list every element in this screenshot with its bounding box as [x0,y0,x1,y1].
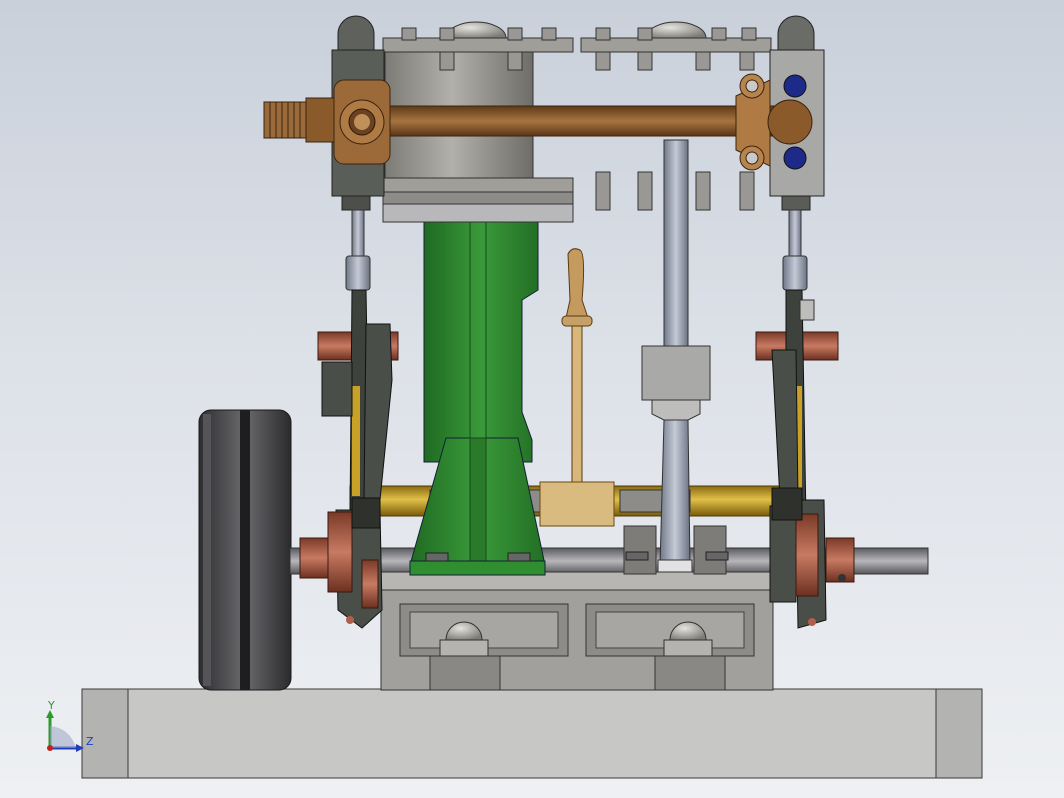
reverse-lever[interactable] [539,248,615,527]
right-valve-gear[interactable] [755,289,855,629]
steam-pipe[interactable] [263,73,813,171]
flywheel[interactable] [198,409,292,691]
engine-column[interactable] [409,221,546,576]
cad-viewport[interactable] [0,0,1064,798]
z-axis-label: Z [86,735,94,748]
y-axis-label: Y [47,700,55,712]
orientation-triad: Y Z [40,699,100,760]
base-plate[interactable] [81,688,983,779]
bedplate-box[interactable] [380,571,774,691]
x-axis-origin [47,745,53,751]
